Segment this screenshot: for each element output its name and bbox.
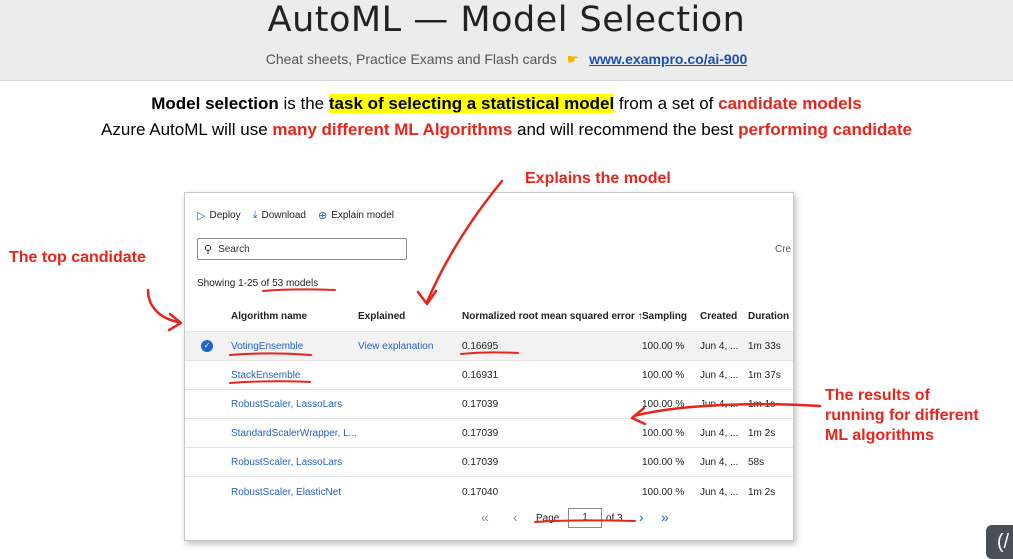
sampling-value: 100.00 % <box>642 487 685 498</box>
slide-header: AutoML — Model Selection Cheat sheets, P… <box>0 0 1013 81</box>
intro-red-text: performing candidate <box>738 120 912 139</box>
duration-value: 1m 33s <box>748 341 781 352</box>
algorithm-link[interactable]: VotingEnsemble <box>231 341 303 352</box>
intro-line-2: Azure AutoML will use many different ML … <box>0 120 1013 140</box>
intro-text: Azure AutoML will use <box>101 120 273 139</box>
pointing-hand-icon: ☛ <box>566 51 580 67</box>
algorithm-link[interactable]: StandardScalerWrapper, L... <box>231 428 357 439</box>
sampling-value: 100.00 % <box>642 399 685 410</box>
sampling-value: 100.00 % <box>642 457 685 468</box>
col-header-explained[interactable]: Explained <box>358 311 405 322</box>
algorithm-link[interactable]: RobustScaler, ElasticNet <box>231 487 341 498</box>
table-row[interactable]: RobustScaler, LassoLars 0.17039 100.00 %… <box>185 447 793 476</box>
annotation-explains: Explains the model <box>525 170 671 187</box>
model-count: 53 models <box>272 278 319 289</box>
download-button[interactable]: ⤓ Download <box>253 209 306 222</box>
showing-count: Showing 1-25 of 53 models <box>197 278 318 289</box>
download-icon: ⤓ <box>252 209 258 221</box>
page-number-input[interactable]: 1 <box>568 508 602 528</box>
algorithm-link[interactable]: RobustScaler, LassoLars <box>231 457 342 468</box>
zoom-icon: ⊕ <box>317 210 328 222</box>
intro-text: from a set of <box>614 94 719 113</box>
deploy-button[interactable]: ▷ Deploy <box>197 209 241 222</box>
duration-value: 1m 2s <box>748 428 776 439</box>
error-value: 0.16931 <box>462 370 499 381</box>
algorithm-link[interactable]: StackEnsemble <box>231 370 300 381</box>
first-page-icon[interactable]: « <box>481 509 489 525</box>
panel-toolbar: ▷ Deploy ⤓ Download ⊕ Explain model <box>197 209 394 222</box>
col-header-algorithm[interactable]: Algorithm name <box>231 311 307 322</box>
intro-red-text: many different ML Algorithms <box>272 120 513 139</box>
page-label: Page <box>536 513 560 524</box>
created-value: Jun 4, ... <box>700 428 739 439</box>
table-row[interactable]: StackEnsemble 0.16931 100.00 % Jun 4, ..… <box>185 360 793 389</box>
error-value: 0.17039 <box>462 428 499 439</box>
algorithm-link[interactable]: RobustScaler, LassoLars <box>231 399 342 410</box>
created-filter-label[interactable]: Cre <box>775 244 791 255</box>
pagination: « ‹ Page 1 of 3 › » <box>185 503 793 533</box>
error-value: 0.17039 <box>462 457 499 468</box>
error-value: 0.17040 <box>462 487 499 498</box>
created-value: Jun 4, ... <box>700 457 739 468</box>
table-row[interactable]: RobustScaler, ElasticNet 0.17040 100.00 … <box>185 476 793 501</box>
annotation-results-line: ML algorithms <box>825 427 935 444</box>
explain-model-label: Explain model <box>331 210 394 221</box>
play-icon: ▷ <box>197 210 206 222</box>
annotation-results-line: The results of <box>825 387 930 404</box>
annotation-top-candidate: The top candidate <box>9 249 146 266</box>
duration-value: 1m 1s <box>748 399 776 410</box>
col-header-sampling[interactable]: Sampling <box>642 311 687 322</box>
col-header-duration[interactable]: Duration <box>748 311 789 322</box>
annotation-results: The results of running for different ML … <box>825 386 979 446</box>
sampling-value: 100.00 % <box>642 341 685 352</box>
col-header-nrmse[interactable]: Normalized root mean squared error ↑ <box>462 311 643 322</box>
created-value: Jun 4, ... <box>700 370 739 381</box>
exampro-logo: (/ <box>986 525 1013 559</box>
intro-highlight: task of selecting a statistical model <box>328 94 615 113</box>
explain-model-button[interactable]: ⊕ Explain model <box>318 209 394 222</box>
intro-red-text: candidate models <box>718 94 862 113</box>
duration-value: 1m 37s <box>748 370 781 381</box>
error-value: 0.16695 <box>462 341 499 352</box>
download-label: Download <box>261 210 306 221</box>
slide-subline: Cheat sheets, Practice Exams and Flash c… <box>0 51 1013 68</box>
search-icon: ⚲ <box>204 243 213 256</box>
intro-term: Model selection <box>151 94 279 113</box>
last-page-icon[interactable]: » <box>661 509 669 525</box>
created-value: Jun 4, ... <box>700 399 739 410</box>
next-page-icon[interactable]: › <box>639 509 644 525</box>
created-value: Jun 4, ... <box>700 487 739 498</box>
error-value: 0.17039 <box>462 399 499 410</box>
arrow-top-candidate <box>146 288 180 324</box>
sampling-value: 100.00 % <box>642 428 685 439</box>
checkmark-icon[interactable]: ✓ <box>201 340 213 352</box>
view-explanation-link[interactable]: View explanation <box>358 341 433 352</box>
model-list-panel: ▷ Deploy ⤓ Download ⊕ Explain model ⚲ Se… <box>184 192 794 541</box>
showing-text: Showing 1-25 of <box>197 278 273 289</box>
page-total: of 3 <box>606 513 623 524</box>
sampling-value: 100.00 % <box>642 370 685 381</box>
deploy-label: Deploy <box>209 210 241 221</box>
table-row[interactable]: ✓ VotingEnsemble View explanation 0.1669… <box>185 331 793 360</box>
search-input[interactable]: ⚲ Search <box>197 238 407 260</box>
duration-value: 1m 2s <box>748 487 776 498</box>
exampro-link[interactable]: www.exampro.co/ai-900 <box>589 51 747 67</box>
intro-line-1: Model selection is the task of selecting… <box>0 94 1013 114</box>
search-placeholder: Search <box>218 243 250 255</box>
prev-page-icon[interactable]: ‹ <box>513 509 518 525</box>
arrowhead-top-candidate <box>167 312 183 332</box>
slide-title: AutoML — Model Selection <box>267 0 746 40</box>
col-header-created[interactable]: Created <box>700 311 737 322</box>
annotation-results-line: running for different <box>825 407 979 424</box>
table-row[interactable]: RobustScaler, LassoLars 0.17039 100.00 %… <box>185 389 793 418</box>
table-row[interactable]: StandardScalerWrapper, L... 0.17039 100.… <box>185 418 793 447</box>
subline-text: Cheat sheets, Practice Exams and Flash c… <box>265 51 557 67</box>
duration-value: 58s <box>748 457 765 468</box>
intro-text: is the <box>278 94 329 113</box>
intro-text: and will recommend the best <box>512 120 739 139</box>
created-value: Jun 4, ... <box>700 341 739 352</box>
